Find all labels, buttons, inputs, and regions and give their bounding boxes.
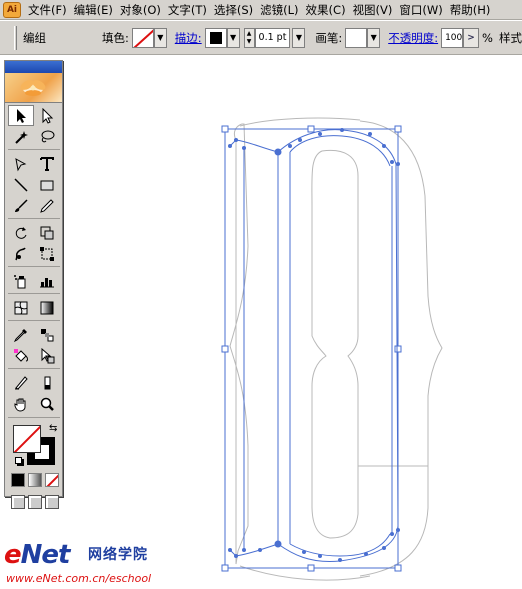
- enet-school-label: 网络学院: [88, 547, 148, 563]
- lasso-icon[interactable]: [34, 126, 60, 147]
- stroke-weight-dropdown-icon[interactable]: ▼: [292, 27, 306, 48]
- swap-fill-stroke-icon[interactable]: ⇆: [49, 423, 57, 434]
- none-icon[interactable]: [45, 473, 59, 487]
- blend-icon[interactable]: [34, 324, 60, 345]
- anchor-points: [228, 128, 400, 562]
- selection-type-label: 编组: [23, 30, 46, 45]
- gradient-fill-icon[interactable]: [28, 473, 42, 487]
- tool-separator: [8, 417, 60, 421]
- tools-panel: ⇆: [4, 60, 63, 509]
- stroke-dropdown-icon[interactable]: ▼: [226, 27, 240, 48]
- zoom-icon[interactable]: [34, 393, 60, 414]
- standard-screen-mode-icon[interactable]: [11, 495, 25, 509]
- menu-window[interactable]: 窗口(W): [399, 2, 442, 18]
- hand-icon[interactable]: [8, 393, 34, 414]
- menu-filter[interactable]: 滤镜(L): [260, 2, 298, 18]
- selected-path-outer: [229, 129, 399, 563]
- menu-object[interactable]: 对象(O): [120, 2, 161, 18]
- menu-view[interactable]: 视图(V): [353, 2, 393, 18]
- pen-icon[interactable]: [8, 153, 34, 174]
- live-paint-selection-icon[interactable]: [34, 345, 60, 366]
- artwork-svg: [221, 117, 443, 581]
- eraser-icon[interactable]: [34, 372, 60, 393]
- brush-dropdown-icon[interactable]: ▼: [367, 27, 381, 48]
- style-label: 样式: [498, 30, 522, 45]
- direct-selection-icon[interactable]: [34, 105, 60, 126]
- illustrator-app-icon[interactable]: Ai: [3, 1, 21, 18]
- panel-grip[interactable]: [14, 25, 17, 50]
- scale-icon[interactable]: [34, 222, 60, 243]
- stroke-weight-field[interactable]: 0.1 pt: [254, 27, 291, 48]
- menu-select[interactable]: 选择(S): [214, 2, 253, 18]
- free-transform-icon[interactable]: [34, 243, 60, 264]
- full-screen-mode-icon[interactable]: [45, 495, 59, 509]
- menu-edit[interactable]: 编辑(E): [74, 2, 113, 18]
- line-segment-icon[interactable]: [8, 174, 34, 195]
- type-icon[interactable]: [34, 153, 60, 174]
- brush-label: 画笔:: [315, 30, 343, 45]
- column-graph-icon[interactable]: [34, 270, 60, 291]
- selection-arrow-icon[interactable]: [8, 105, 34, 126]
- slice-icon[interactable]: [8, 372, 34, 393]
- gray-outline-top: [239, 117, 361, 127]
- menu-effect[interactable]: 效果(C): [306, 2, 346, 18]
- fill-stroke-controls: ⇆: [11, 423, 62, 469]
- mesh-icon[interactable]: [8, 297, 34, 318]
- selected-path-stem: [243, 148, 393, 550]
- stroke-link[interactable]: 描边:: [175, 30, 202, 46]
- live-paint-bucket-icon[interactable]: [8, 345, 34, 366]
- rotate-icon[interactable]: [8, 222, 34, 243]
- enet-url: www.eNet.com.cn/eschool: [6, 572, 152, 585]
- menu-file[interactable]: 文件(F): [28, 2, 67, 18]
- menu-bar: Ai 文件(F) 编辑(E) 对象(O) 文字(T) 选择(S) 滤镜(L) 效…: [0, 0, 522, 20]
- fill-label: 填色:: [102, 30, 129, 45]
- magic-wand-icon[interactable]: [8, 126, 34, 147]
- menu-help[interactable]: 帮助(H): [450, 2, 491, 18]
- gray-inner-counter: [311, 149, 359, 539]
- illustrator-flower-logo: [5, 73, 62, 103]
- fill-color-box[interactable]: [13, 425, 41, 453]
- full-screen-menu-mode-icon[interactable]: [28, 495, 42, 509]
- pencil-icon[interactable]: [34, 195, 60, 216]
- enet-logo: eNet: [4, 540, 70, 570]
- symbol-sprayer-icon[interactable]: [8, 270, 34, 291]
- stroke-swatch[interactable]: [204, 27, 227, 48]
- warp-icon[interactable]: [8, 243, 34, 264]
- stroke-weight-stepper[interactable]: ▲ ▼: [243, 27, 255, 48]
- color-icon[interactable]: [11, 473, 25, 487]
- screen-mode-row: [5, 495, 62, 509]
- opacity-link[interactable]: 不透明度:: [388, 30, 438, 46]
- fill-swatch[interactable]: [131, 27, 154, 48]
- rectangle-icon[interactable]: [34, 174, 60, 195]
- gradient-icon[interactable]: [34, 297, 60, 318]
- menu-type[interactable]: 文字(T): [168, 2, 207, 18]
- eyedropper-icon[interactable]: [8, 324, 34, 345]
- color-mode-row: [5, 473, 62, 487]
- default-colors-icon[interactable]: [15, 457, 22, 464]
- brush-swatch[interactable]: [345, 27, 368, 48]
- opacity-field[interactable]: 100: [441, 27, 464, 48]
- selected-path-inner: [289, 135, 391, 557]
- fill-dropdown-icon[interactable]: ▼: [153, 27, 167, 48]
- paintbrush-icon[interactable]: [8, 195, 34, 216]
- tools-panel-titlebar[interactable]: [5, 61, 62, 73]
- percent-label: %: [482, 30, 493, 45]
- gray-outline-left: [229, 123, 249, 565]
- artboard-canvas[interactable]: [0, 56, 522, 589]
- control-panel: 编组 填色: ▼ 描边: ▼ ▲ ▼ 0.1 pt ▼ 画笔: ▼ 不透明度: 1…: [0, 21, 522, 55]
- opacity-arrow-icon[interactable]: >: [463, 27, 480, 48]
